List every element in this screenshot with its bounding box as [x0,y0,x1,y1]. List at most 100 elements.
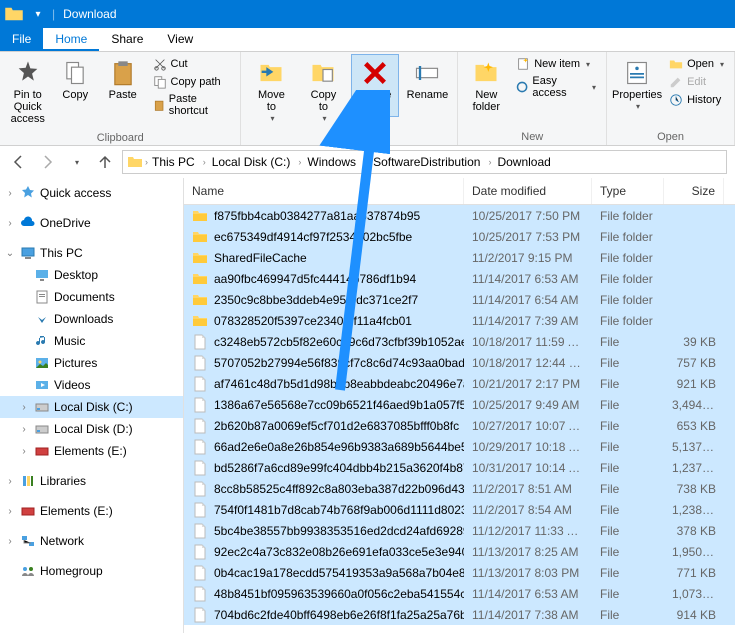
group-open: Properties▾ Open▾ Edit History Open [607,52,735,145]
column-headers[interactable]: Name Date modified Type Size [184,178,735,205]
paste-button[interactable]: Paste [101,54,145,106]
new-item-button[interactable]: New item▾ [512,56,600,72]
tree-item-local-disk-c-[interactable]: ›Local Disk (C:) [0,396,183,418]
edit-button[interactable]: Edit [665,74,728,90]
expand-icon[interactable]: › [4,218,16,229]
tab-share[interactable]: Share [99,28,155,51]
nav-tree[interactable]: ›Quick access ›OneDrive ⌄This PCDesktopDoc… [0,178,184,633]
expand-icon[interactable]: › [18,446,30,457]
move-to-button[interactable]: Move to▾ [247,54,295,129]
address-bar: ▾ › This PC› Local Disk (C:)› Windows› S… [0,146,735,178]
usb-icon [20,503,36,519]
tree-item-desktop[interactable]: Desktop [0,264,183,286]
tree-item-music[interactable]: Music [0,330,183,352]
copy-to-button[interactable]: Copy to▾ [299,54,347,129]
crumb-1[interactable]: Local Disk (C:)› [210,155,304,169]
desktop-icon [34,267,50,283]
up-button[interactable] [94,151,116,173]
list-item[interactable]: 92ec2c4a73c832e08b26e691efa033ce5e3e9400… [184,541,735,562]
list-item[interactable]: ec675349df4914cf97f2534702bc5fbe10/25/20… [184,226,735,247]
tree-item-network[interactable]: ›Network [0,530,183,552]
tree-item-elements-e-[interactable]: ›Elements (E:) [0,500,183,522]
new-folder-button[interactable]: New folder [464,54,508,118]
tab-view[interactable]: View [155,28,205,51]
copy-path-button[interactable]: Copy path [149,74,235,90]
expand-icon[interactable]: › [18,402,30,413]
rename-button[interactable]: Rename [403,54,451,106]
crumb-4[interactable]: Download [495,155,552,169]
list-item[interactable]: 754f0f1481b7d8cab74b768f9ab006d1111d8023… [184,499,735,520]
tree-item-videos[interactable]: Videos [0,374,183,396]
tab-home[interactable]: Home [43,28,99,51]
vid-icon [34,377,50,393]
history-button[interactable]: History [665,92,728,108]
crumb-0[interactable]: This PC› [150,155,208,169]
paste-shortcut-button[interactable]: Paste shortcut [149,92,235,118]
tree-item-libraries[interactable]: ›Libraries [0,470,183,492]
list-item[interactable]: f875fbb4cab0384277a81aa637874b9510/25/20… [184,205,735,226]
group-clipboard-label: Clipboard [6,130,234,146]
tree-item-downloads[interactable]: Downloads [0,308,183,330]
group-new-label: New [464,129,600,145]
tree-item-onedrive[interactable]: ›OneDrive [0,212,183,234]
list-item[interactable]: 2350c9c8bbe3ddeb4e952fdc371ce2f711/14/20… [184,289,735,310]
pin-label: Pin to Quick access [9,89,47,125]
expand-icon[interactable]: › [4,506,16,517]
list-item[interactable]: bd5286f7a6cd89e99fc404dbb4b215a3620f4b87… [184,457,735,478]
group-new: New folder New item▾ Easy access▾ New [458,52,607,145]
delete-button[interactable]: Delete▾ [351,54,399,117]
forward-button[interactable] [36,151,58,173]
pic-icon [34,355,50,371]
group-organize-label: Organize [247,129,451,145]
col-type[interactable]: Type [592,178,664,204]
tree-item-documents[interactable]: Documents [0,286,183,308]
tree-item-this-pc[interactable]: ⌄This PC [0,242,183,264]
crumb-3[interactable]: SoftwareDistribution› [371,155,493,169]
expand-icon[interactable]: › [4,536,16,547]
cut-button[interactable]: Cut [149,56,235,72]
qat-dropdown-icon[interactable]: ▾ [28,4,48,24]
copy-button[interactable]: Copy [54,54,98,106]
crumb-2[interactable]: Windows› [305,155,369,169]
tree-item-local-disk-d-[interactable]: ›Local Disk (D:) [0,418,183,440]
properties-button[interactable]: Properties▾ [613,54,661,117]
list-item[interactable]: 0b4cac19a178ecdd575419353a9a568a7b04e8a4… [184,562,735,583]
col-size[interactable]: Size [664,178,724,204]
list-item[interactable]: 5bc4be38557bb9938353516ed2dcd24afd692898… [184,520,735,541]
breadcrumb[interactable]: › This PC› Local Disk (C:)› Windows› Sof… [122,150,727,174]
list-item[interactable]: af7461c48d7b5d1d98b8b8eabbdeabc20496e7ae… [184,373,735,394]
tree-item-homegroup[interactable]: Homegroup [0,560,183,582]
list-item[interactable]: 704bd6c2fde40bff6498eb6e26f8f1fa25a25a76… [184,604,735,625]
list-item[interactable]: 2b620b87a0069ef5cf701d2e6837085bfff0b8fc… [184,415,735,436]
down-icon [34,311,50,327]
list-item[interactable]: SharedFileCache11/2/2017 9:15 PMFile fol… [184,247,735,268]
list-item[interactable]: 078328520f5397ce2340f0f11a4fcb0111/14/20… [184,310,735,331]
list-item[interactable]: aa90fbc469947d5fc44414b786df1b9411/14/20… [184,268,735,289]
list-item[interactable]: c3248eb572cb5f82e60ce9c6d73cfbf39b1052ae… [184,331,735,352]
tree-item-pictures[interactable]: Pictures [0,352,183,374]
list-item[interactable]: 5707052b27994e56f839cf7c8c6d74c93aa0bad3… [184,352,735,373]
list-item[interactable]: 8cc8b58525c4ff892c8a803eba387d22b096d432… [184,478,735,499]
easy-access-button[interactable]: Easy access▾ [512,74,600,100]
expand-icon[interactable]: › [4,476,16,487]
titlebar: ▾ | Download [0,0,735,28]
list-item[interactable]: 66ad2e6e0a8e26b854e96b9383a689b5644be5f1… [184,436,735,457]
col-name[interactable]: Name [184,178,464,204]
list-item[interactable]: 48b8451bf095963539660a0f056c2eba541554ce… [184,583,735,604]
tree-item-quick-access[interactable]: ›Quick access [0,182,183,204]
list-item[interactable]: 1386a67e56568e7cc09b6521f46aed9b1a057f51… [184,394,735,415]
ribbon-tabs: File Home Share View [0,28,735,52]
ribbon: Pin to Quick access Copy Paste Cut Copy … [0,52,735,146]
col-date[interactable]: Date modified [464,178,592,204]
tree-item-elements-e-[interactable]: ›Elements (E:) [0,440,183,462]
expand-icon[interactable]: › [18,424,30,435]
expand-icon[interactable]: › [4,188,16,199]
net-icon [20,533,36,549]
back-button[interactable] [8,151,30,173]
expand-icon[interactable]: ⌄ [4,248,16,259]
pin-to-quick-access-button[interactable]: Pin to Quick access [6,54,50,130]
open-button[interactable]: Open▾ [665,56,728,72]
folder-icon [127,154,143,170]
tab-file[interactable]: File [0,28,43,51]
history-dropdown[interactable]: ▾ [66,151,88,173]
